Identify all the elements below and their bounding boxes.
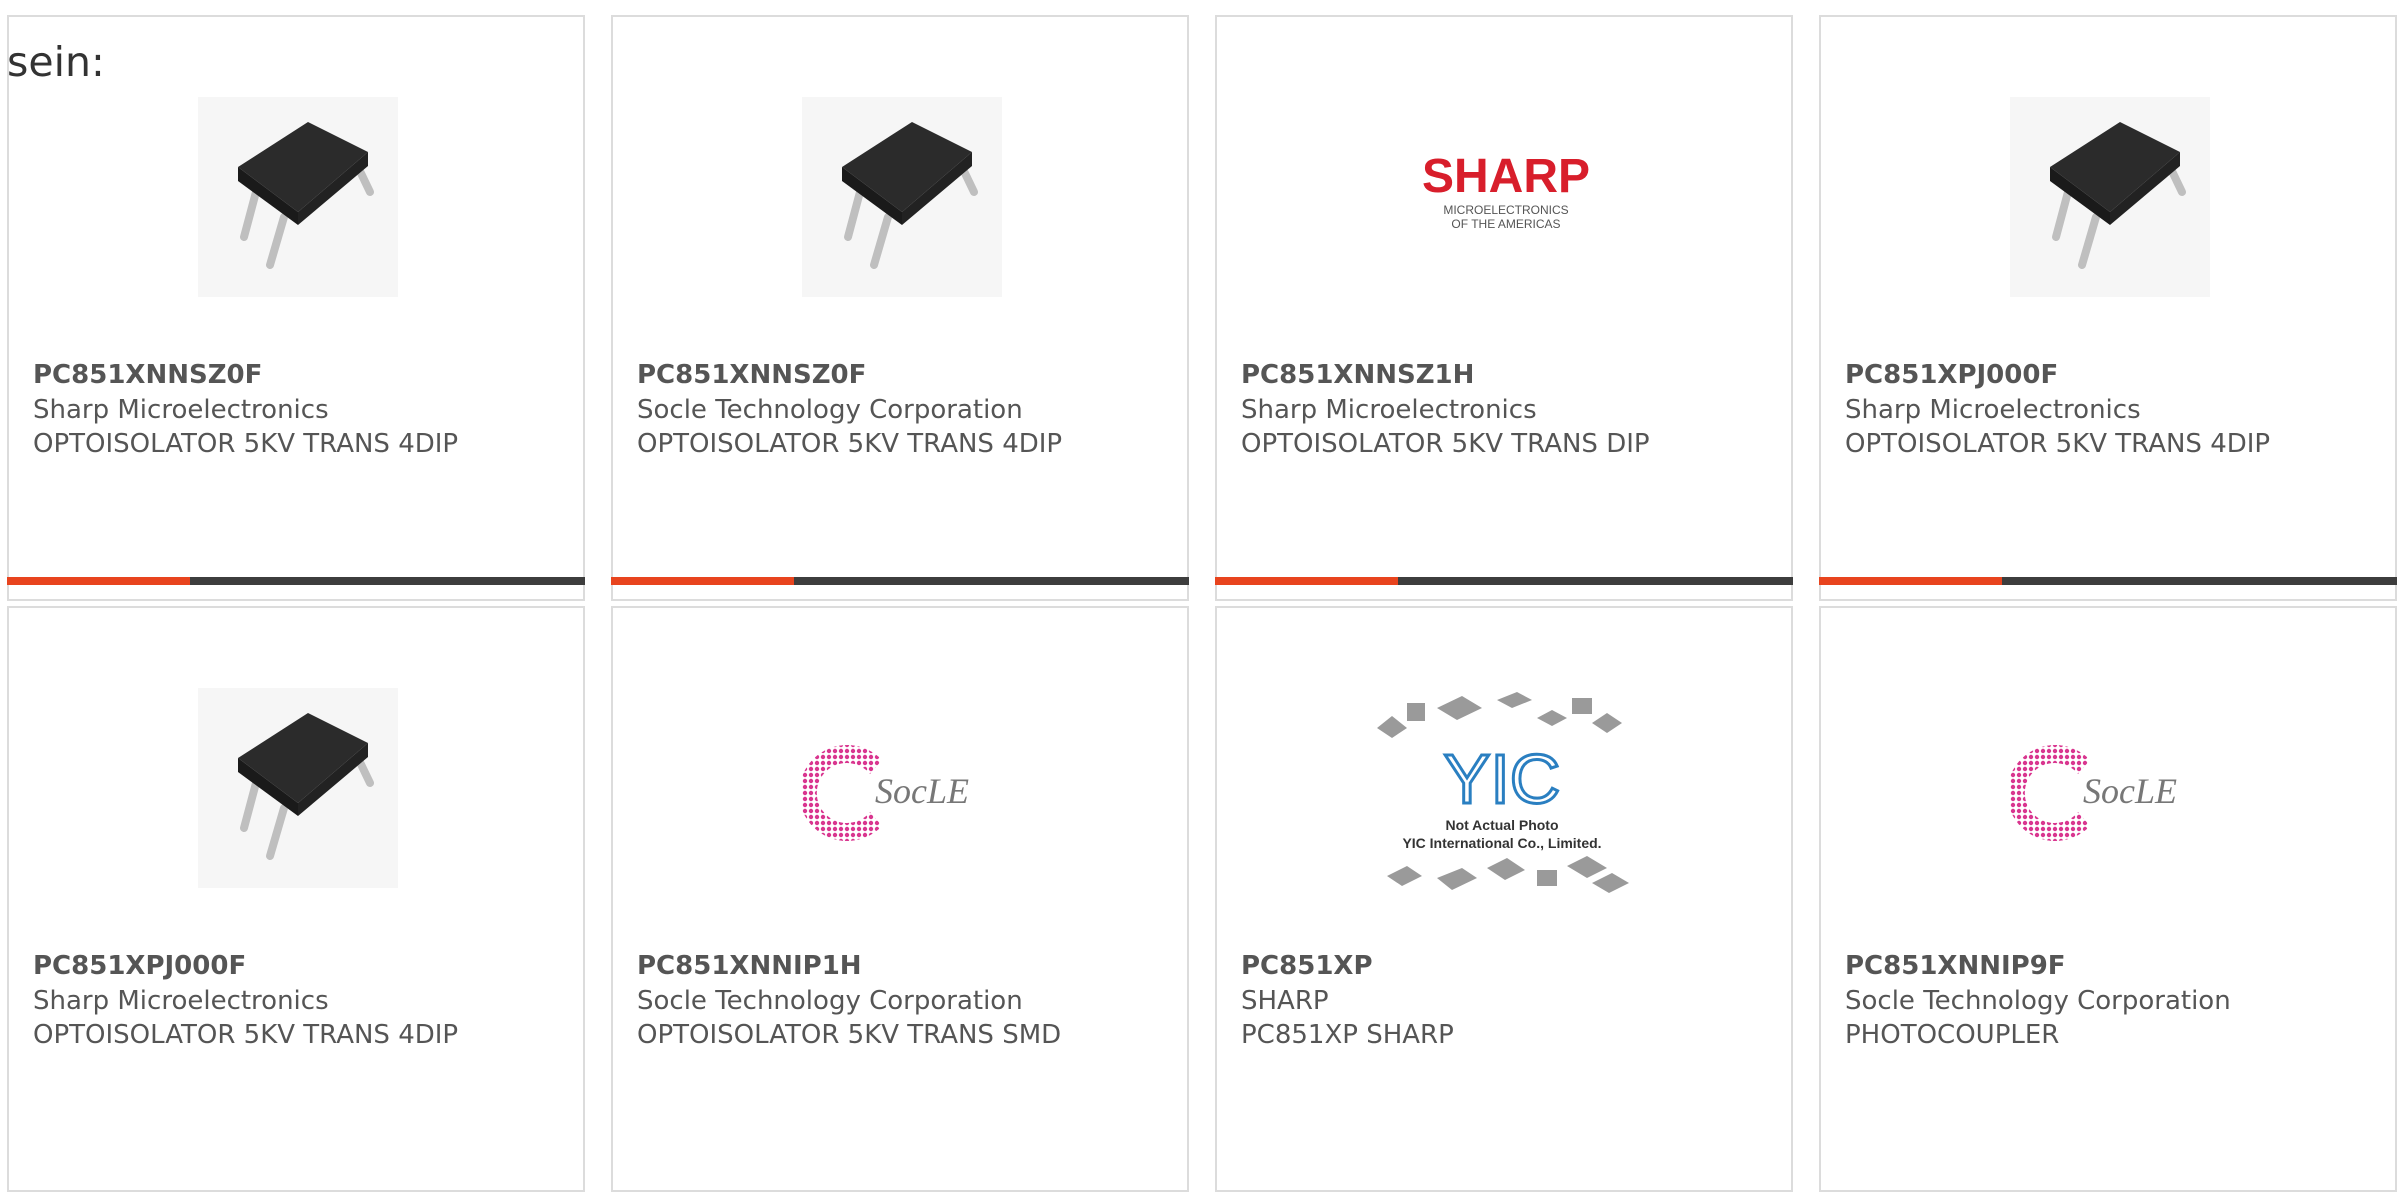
card-bar	[7, 577, 585, 585]
product-card[interactable]: PC851XNNSZ0F Socle Technology Corporatio…	[611, 15, 1189, 601]
card-bar	[1215, 577, 1793, 585]
card-bar-accent	[611, 577, 794, 585]
description: PHOTOCOUPLER	[1845, 1020, 2060, 1050]
description: OPTOISOLATOR 5KV TRANS 4DIP	[1845, 429, 2271, 459]
manufacturer: Socle Technology Corporation	[1845, 986, 2231, 1016]
manufacturer: Sharp Microelectronics	[33, 986, 329, 1016]
manufacturer: Socle Technology Corporation	[637, 986, 1023, 1016]
sharp-logo: SHARP MICROELECTRONICS OF THE AMERICAS	[1406, 97, 1606, 297]
description: OPTOISOLATOR 5KV TRANS 4DIP	[637, 429, 1063, 459]
chip-icon	[198, 97, 398, 297]
chip-icon	[198, 688, 398, 888]
socle-logo-brand: SocLE	[875, 771, 969, 811]
card-bar-accent	[1819, 577, 2002, 585]
product-card[interactable]: SHARP MICROELECTRONICS OF THE AMERICAS P…	[1215, 15, 1793, 601]
description: OPTOISOLATOR 5KV TRANS 4DIP	[33, 1020, 459, 1050]
manufacturer: Sharp Microelectronics	[1241, 395, 1537, 425]
yic-logo-brand: YIC	[1444, 740, 1561, 818]
sharp-logo-line1: MICROELECTRONICS	[1443, 203, 1568, 217]
yic-logo: YIC Not Actual Photo YIC International C…	[1367, 678, 1637, 918]
socle-logo: SocLE	[802, 688, 1002, 888]
part-number[interactable]: PC851XPJ000F	[33, 951, 246, 981]
chip-icon	[2010, 97, 2210, 297]
card-bar-accent	[1215, 577, 1398, 585]
part-number[interactable]: PC851XPJ000F	[1845, 360, 2058, 390]
socle-logo: SocLE	[2010, 688, 2210, 888]
part-number[interactable]: PC851XP	[1241, 951, 1373, 981]
part-number[interactable]: PC851XNNIP1H	[637, 951, 862, 981]
yic-logo-line1: Not Actual Photo	[1445, 817, 1558, 833]
manufacturer: Sharp Microelectronics	[1845, 395, 2141, 425]
product-card[interactable]: YIC Not Actual Photo YIC International C…	[1215, 606, 1793, 1192]
card-bar	[1819, 577, 2397, 585]
product-card[interactable]: PC851XPJ000F Sharp Microelectronics OPTO…	[7, 606, 585, 1192]
card-bar-accent	[7, 577, 190, 585]
part-number[interactable]: PC851XNNSZ1H	[1241, 360, 1474, 390]
manufacturer: SHARP	[1241, 986, 1329, 1016]
sharp-logo-line2: OF THE AMERICAS	[1451, 217, 1560, 231]
product-card[interactable]: SocLE PC851XNNIP9F Socle Technology Corp…	[1819, 606, 2397, 1192]
part-number[interactable]: PC851XNNSZ0F	[637, 360, 866, 390]
part-number[interactable]: PC851XNNIP9F	[1845, 951, 2066, 981]
socle-logo-brand: SocLE	[2083, 771, 2177, 811]
product-card[interactable]: PC851XPJ000F Sharp Microelectronics OPTO…	[1819, 15, 2397, 601]
part-number[interactable]: PC851XNNSZ0F	[33, 360, 262, 390]
yic-logo-line2: YIC International Co., Limited.	[1402, 835, 1601, 851]
description: OPTOISOLATOR 5KV TRANS 4DIP	[33, 429, 459, 459]
manufacturer: Sharp Microelectronics	[33, 395, 329, 425]
product-card[interactable]: SocLE PC851XNNIP1H Socle Technology Corp…	[611, 606, 1189, 1192]
description: OPTOISOLATOR 5KV TRANS SMD	[637, 1020, 1062, 1050]
description: PC851XP SHARP	[1241, 1020, 1454, 1050]
chip-icon	[802, 97, 1002, 297]
description: OPTOISOLATOR 5KV TRANS DIP	[1241, 429, 1650, 459]
card-bar	[611, 577, 1189, 585]
page-prefix-text: sein:	[7, 38, 105, 86]
manufacturer: Socle Technology Corporation	[637, 395, 1023, 425]
product-card[interactable]: PC851XNNSZ0F Sharp Microelectronics OPTO…	[7, 15, 585, 601]
sharp-logo-brand: SHARP	[1422, 150, 1590, 203]
